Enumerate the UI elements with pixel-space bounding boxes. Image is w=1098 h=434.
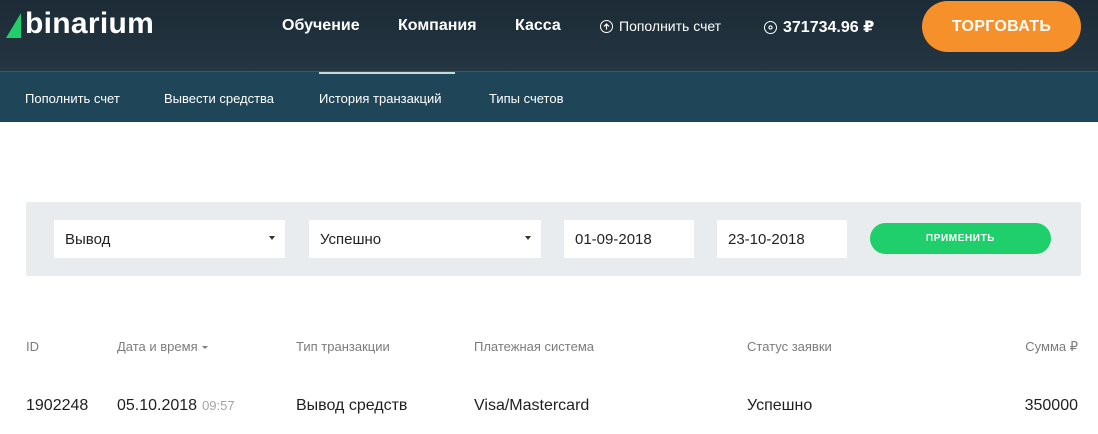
date-from-input[interactable]: 01-09-2018 bbox=[564, 220, 694, 258]
subnav-deposit[interactable]: Пополнить счет bbox=[25, 91, 120, 106]
logo-text: binarium bbox=[25, 7, 155, 40]
cell-datetime: 05.10.2018 09:57 bbox=[117, 397, 235, 415]
cell-id: 1902248 bbox=[26, 397, 89, 414]
top-header: binarium Обучение Компания Касса Пополни… bbox=[0, 0, 1098, 72]
cell-date: 05.10.2018 bbox=[117, 397, 198, 414]
column-header-payment-system: Платежная система bbox=[474, 339, 594, 354]
date-to-value: 23-10-2018 bbox=[728, 230, 805, 248]
wallet-icon bbox=[764, 20, 777, 34]
deposit-link[interactable]: Пополнить счет bbox=[600, 18, 721, 34]
transaction-type-select[interactable]: Вывод bbox=[54, 220, 285, 258]
logo-mark-icon bbox=[6, 13, 21, 38]
cell-type: Вывод средств bbox=[296, 397, 408, 414]
column-header-id: ID bbox=[26, 339, 39, 354]
status-value: Успешно bbox=[320, 230, 382, 248]
apply-button[interactable]: ПРИМЕНИТЬ bbox=[870, 223, 1051, 254]
cell-status: Успешно bbox=[747, 397, 813, 414]
deposit-label: Пополнить счет bbox=[619, 18, 722, 34]
transaction-type-value: Вывод bbox=[65, 230, 111, 248]
subnav-withdraw[interactable]: Вывести средства bbox=[164, 91, 274, 106]
subnav-transaction-history[interactable]: История транзакций bbox=[319, 91, 441, 106]
balance-value: 371734.96 ₽ bbox=[783, 19, 875, 36]
column-header-date-label: Дата и время bbox=[117, 339, 198, 354]
nav-cashier[interactable]: Касса bbox=[515, 17, 561, 35]
chevron-down-icon bbox=[525, 236, 531, 240]
date-to-input[interactable]: 23-10-2018 bbox=[717, 220, 847, 258]
column-header-type: Тип транзакции bbox=[296, 339, 390, 354]
date-from-value: 01-09-2018 bbox=[575, 230, 652, 248]
arrow-up-circle-icon bbox=[600, 19, 613, 33]
balance-display[interactable]: 371734.96 ₽ bbox=[764, 17, 874, 37]
cashier-subnav: Пополнить счет Вывести средства История … bbox=[0, 72, 1098, 122]
cell-time: 09:57 bbox=[202, 398, 235, 413]
filter-panel: Вывод Успешно 01-09-2018 23-10-2018 ПРИМ… bbox=[26, 202, 1081, 276]
sort-down-icon bbox=[201, 346, 208, 350]
cell-payment-system: Visa/Mastercard bbox=[474, 397, 590, 414]
status-select[interactable]: Успешно bbox=[309, 220, 541, 258]
nav-company[interactable]: Компания bbox=[398, 17, 477, 35]
logo[interactable]: binarium bbox=[2, 4, 154, 44]
column-header-amount: Сумма ₽ bbox=[1025, 339, 1078, 354]
subnav-account-types[interactable]: Типы счетов bbox=[489, 91, 564, 106]
cell-amount: 350000 bbox=[1024, 397, 1078, 414]
column-header-status: Статус заявки bbox=[747, 339, 832, 354]
trade-button[interactable]: ТОРГОВАТЬ bbox=[922, 1, 1081, 52]
column-header-date[interactable]: Дата и время bbox=[117, 339, 208, 354]
nav-learning[interactable]: Обучение bbox=[282, 17, 360, 35]
active-tab-indicator bbox=[319, 72, 455, 74]
chevron-down-icon bbox=[269, 236, 275, 240]
